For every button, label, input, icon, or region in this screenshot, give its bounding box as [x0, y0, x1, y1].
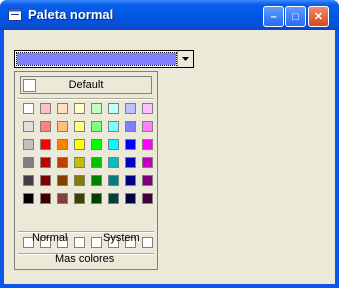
color-swatch[interactable]	[57, 121, 68, 132]
color-swatch[interactable]	[74, 157, 85, 168]
color-swatch[interactable]	[142, 103, 153, 114]
color-swatch[interactable]	[91, 121, 102, 132]
color-swatch[interactable]	[125, 157, 136, 168]
color-swatch[interactable]	[23, 193, 34, 204]
color-swatch[interactable]	[91, 175, 102, 186]
color-swatch[interactable]	[125, 103, 136, 114]
selected-color-swatch	[16, 52, 177, 66]
app-window: Paleta normal – □ ✕ Default Normal Syste…	[0, 0, 339, 288]
more-colors-button[interactable]: Mas colores	[55, 253, 114, 265]
color-swatch[interactable]	[57, 175, 68, 186]
color-swatch[interactable]	[57, 103, 68, 114]
separator	[18, 98, 154, 100]
color-swatch[interactable]	[125, 121, 136, 132]
color-swatch[interactable]	[57, 157, 68, 168]
window-app-icon	[8, 8, 22, 21]
color-swatch[interactable]	[40, 157, 51, 168]
color-swatch[interactable]	[108, 103, 119, 114]
color-swatch[interactable]	[125, 193, 136, 204]
color-swatch[interactable]	[74, 139, 85, 150]
color-swatch[interactable]	[40, 103, 51, 114]
color-swatch[interactable]	[142, 121, 153, 132]
custom-color-swatch[interactable]	[142, 237, 153, 248]
color-swatch[interactable]	[108, 175, 119, 186]
color-swatch[interactable]	[23, 157, 34, 168]
color-swatch[interactable]	[125, 175, 136, 186]
color-swatch[interactable]	[23, 175, 34, 186]
color-swatch[interactable]	[40, 121, 51, 132]
maximize-icon: □	[292, 10, 299, 23]
color-combobox[interactable]	[14, 50, 194, 68]
minimize-button[interactable]: –	[263, 6, 284, 27]
color-swatch[interactable]	[74, 193, 85, 204]
system-palette-button[interactable]: System	[103, 232, 140, 244]
close-icon: ✕	[313, 11, 324, 23]
color-swatch[interactable]	[57, 193, 68, 204]
color-swatch[interactable]	[91, 139, 102, 150]
color-swatch[interactable]	[108, 121, 119, 132]
normal-palette-button[interactable]: Normal	[32, 232, 67, 244]
color-swatch[interactable]	[108, 139, 119, 150]
close-button[interactable]: ✕	[308, 6, 329, 27]
custom-color-swatch[interactable]	[91, 237, 102, 248]
color-swatch[interactable]	[91, 103, 102, 114]
maximize-button[interactable]: □	[285, 6, 306, 27]
window-client-area: Default Normal System Mas colores	[4, 30, 335, 284]
color-swatch[interactable]	[108, 193, 119, 204]
color-swatch[interactable]	[125, 139, 136, 150]
color-swatch[interactable]	[23, 121, 34, 132]
color-swatch[interactable]	[74, 103, 85, 114]
color-swatch[interactable]	[108, 157, 119, 168]
color-swatch[interactable]	[142, 175, 153, 186]
color-swatch[interactable]	[23, 139, 34, 150]
color-swatch[interactable]	[40, 139, 51, 150]
color-swatch[interactable]	[91, 157, 102, 168]
title-bar[interactable]: Paleta normal – □ ✕	[0, 0, 339, 30]
color-swatch[interactable]	[74, 121, 85, 132]
default-color-label: Default	[68, 79, 104, 91]
window-title: Paleta normal	[28, 7, 114, 22]
color-swatch[interactable]	[142, 157, 153, 168]
color-swatch[interactable]	[142, 193, 153, 204]
color-swatch[interactable]	[40, 175, 51, 186]
color-swatch[interactable]	[57, 139, 68, 150]
custom-color-swatch[interactable]	[74, 237, 85, 248]
default-color-button[interactable]: Default	[20, 76, 152, 94]
color-swatch[interactable]	[23, 103, 34, 114]
color-swatch[interactable]	[74, 175, 85, 186]
minimize-icon: –	[270, 10, 277, 23]
color-swatch[interactable]	[142, 139, 153, 150]
color-swatch[interactable]	[40, 193, 51, 204]
chevron-down-icon	[182, 57, 189, 61]
combobox-dropdown-button[interactable]	[177, 51, 193, 67]
color-swatch[interactable]	[91, 193, 102, 204]
